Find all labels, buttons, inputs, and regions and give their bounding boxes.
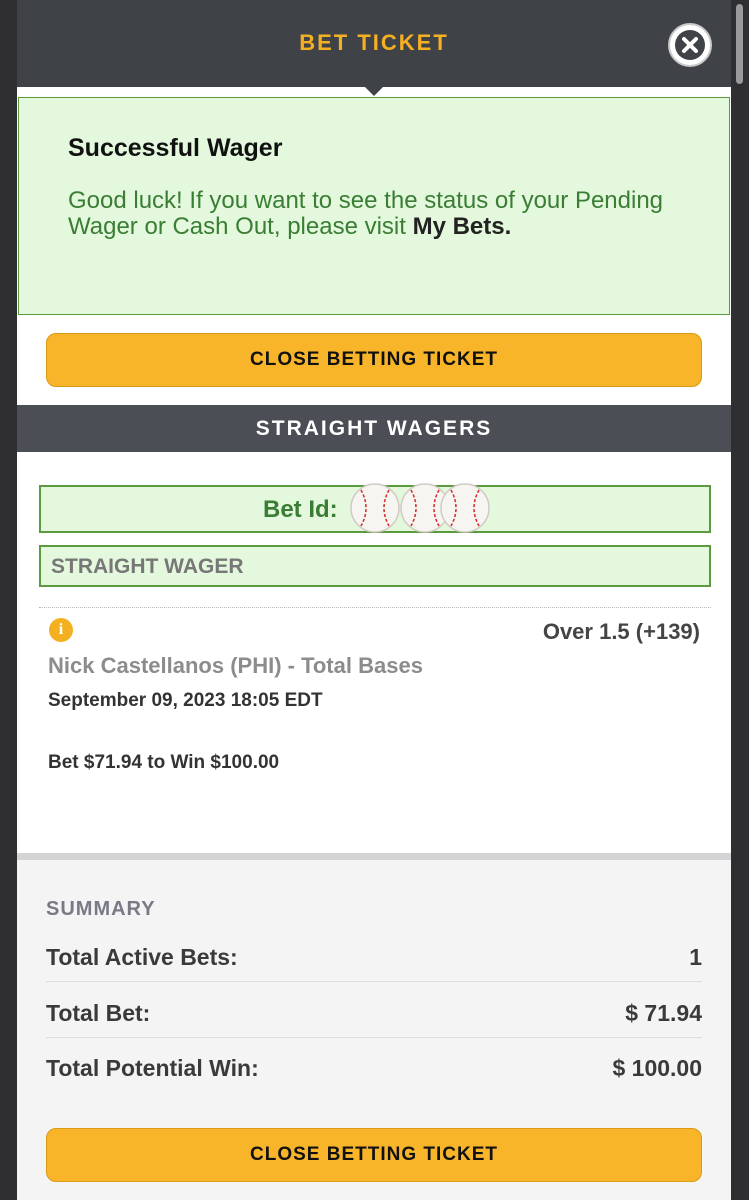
header-pointer: [364, 86, 384, 96]
info-icon[interactable]: i: [49, 618, 73, 642]
bet-to-win: Bet $71.94 to Win $100.00: [48, 752, 280, 773]
success-message-box: Successful Wager Good luck! If you want …: [18, 97, 730, 315]
wager-type-label: STRAIGHT WAGER: [39, 545, 711, 587]
summary-label: Total Active Bets:: [46, 944, 238, 970]
summary-row-active-bets: Total Active Bets: 1: [46, 938, 702, 982]
scrollbar[interactable]: [736, 4, 743, 84]
bet-pick: Over 1.5 (+139): [542, 619, 700, 644]
bet-id-box: Bet Id:: [39, 483, 711, 533]
baseball-icon: [350, 483, 400, 533]
success-message: Good luck! If you want to see the status…: [68, 188, 688, 240]
summary-row-potential-win: Total Potential Win: $ 100.00: [46, 1049, 702, 1093]
baseball-icon: [440, 483, 490, 533]
summary-title: SUMMARY: [46, 898, 156, 920]
bet-id-label: Bet Id:: [263, 496, 338, 523]
summary-value: $ 71.94: [625, 1000, 702, 1026]
bet-datetime: September 09, 2023 18:05 EDT: [48, 690, 323, 711]
summary-label: Total Potential Win:: [46, 1055, 259, 1081]
section-divider: [17, 853, 731, 860]
success-title: Successful Wager: [68, 134, 283, 162]
close-betting-ticket-button-bottom[interactable]: CLOSE BETTING TICKET: [46, 1128, 702, 1182]
close-circle-icon[interactable]: [667, 22, 713, 68]
straight-wagers-header: STRAIGHT WAGERS: [17, 405, 731, 452]
summary-section: SUMMARY Total Active Bets: 1 Total Bet: …: [17, 860, 731, 1200]
success-message-text: Good luck! If you want to see the status…: [68, 187, 664, 240]
summary-value: $ 100.00: [612, 1055, 702, 1081]
bet-ticket-panel: BET TICKET Successful Wager Good luck! I…: [17, 0, 731, 1200]
my-bets-link[interactable]: My Bets.: [413, 213, 512, 240]
ticket-title: BET TICKET: [299, 30, 449, 55]
bet-divider: [39, 607, 711, 608]
summary-row-total-bet: Total Bet: $ 71.94: [46, 994, 702, 1038]
summary-label: Total Bet:: [46, 1000, 151, 1026]
summary-value: 1: [689, 944, 702, 970]
ticket-header: BET TICKET: [17, 0, 731, 87]
bet-market: Nick Castellanos (PHI) - Total Bases: [48, 653, 423, 678]
close-betting-ticket-button[interactable]: CLOSE BETTING TICKET: [46, 333, 702, 387]
